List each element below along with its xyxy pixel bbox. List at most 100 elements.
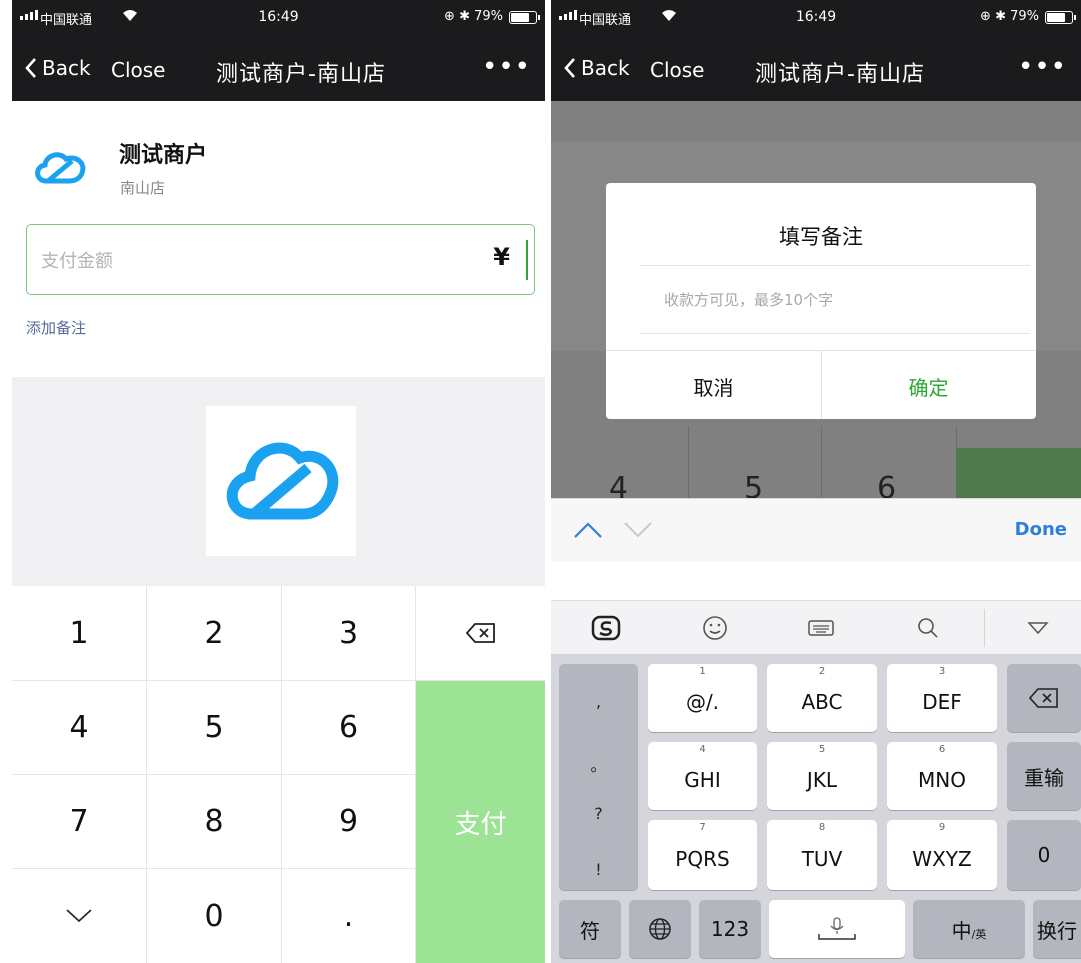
done-button[interactable]: Done — [1015, 519, 1067, 540]
divider — [984, 609, 985, 647]
cloud-logo-icon — [226, 442, 339, 520]
keyboard-accessory-bar: Done — [551, 498, 1081, 562]
back-label: Back — [42, 56, 91, 80]
symbol-key[interactable]: 符 — [559, 900, 621, 958]
payment-screen: 中国联通 16:49 ⊕ ✱ 79% Back Close 测试商户-南山店 •… — [12, 0, 545, 963]
chevron-left-icon — [564, 58, 575, 78]
microphone-icon — [818, 917, 856, 940]
close-button[interactable]: Close — [650, 58, 704, 82]
key-6-mno[interactable]: 6 MNO — [887, 742, 997, 810]
back-label: Back — [581, 56, 630, 80]
pay-button[interactable]: 支付 — [416, 681, 545, 963]
nav-bar: Back Close 测试商户-南山店 ••• — [551, 36, 1081, 101]
key-label: TUV — [801, 847, 843, 871]
battery-icon — [509, 11, 540, 24]
key-2[interactable]: 2 — [147, 586, 282, 681]
input-preview-strip — [551, 562, 1081, 600]
key-number: 6 — [938, 744, 946, 755]
key-number: 5 — [818, 744, 826, 755]
currency-symbol: ¥ — [493, 243, 510, 271]
dimmed-pay-button — [956, 448, 1081, 498]
backspace-key[interactable] — [416, 586, 545, 681]
ime-backspace-key[interactable] — [1007, 664, 1081, 732]
key-5-jkl[interactable]: 5 JKL — [767, 742, 877, 810]
page-title: 测试商户-南山店 — [755, 62, 925, 87]
nav-bar: Back Close 测试商户-南山店 ••• — [12, 36, 545, 101]
language-switch-key[interactable]: 中/英 — [913, 900, 1025, 958]
key-8-tuv[interactable]: 8 TUV — [767, 820, 877, 890]
punct-question-key[interactable]: ? — [559, 804, 638, 823]
key-3-def[interactable]: 3 DEF — [887, 664, 997, 732]
chevron-left-icon — [25, 58, 36, 78]
punct-period-key[interactable]: 。 — [559, 752, 638, 776]
key-label: DEF — [922, 690, 962, 714]
space-voice-key[interactable] — [769, 900, 905, 958]
key-0[interactable]: 0 — [147, 869, 282, 963]
globe-icon — [649, 918, 671, 940]
return-key[interactable]: 换行 — [1033, 900, 1081, 958]
key-9[interactable]: 9 — [282, 775, 416, 869]
zero-key[interactable]: 0 — [1007, 820, 1081, 890]
close-button[interactable]: Close — [111, 58, 165, 82]
key-5[interactable]: 5 — [147, 681, 282, 775]
note-input[interactable]: 收款方可见，最多10个字 — [664, 289, 833, 310]
key-label: GHI — [684, 768, 721, 792]
key-1[interactable]: 1 — [12, 586, 147, 681]
merchant-name: 测试商户 — [119, 143, 208, 168]
punct-exclaim-key[interactable]: ! — [559, 860, 638, 879]
key-number: 3 — [938, 666, 946, 677]
key-8[interactable]: 8 — [147, 775, 282, 869]
punct-comma-key[interactable]: , — [559, 692, 638, 711]
emoji-icon[interactable] — [700, 615, 730, 641]
confirm-button[interactable]: 确定 — [821, 372, 1036, 401]
key-9-wxyz[interactable]: 9 WXYZ — [887, 820, 997, 890]
key-2-abc[interactable]: 2 ABC — [767, 664, 877, 732]
chevron-down-icon[interactable] — [623, 521, 653, 539]
amount-input[interactable]: 支付金额 ¥ — [26, 224, 535, 295]
merchant-panel: 测试商户 南山店 支付金额 ¥ 添加备注 — [12, 101, 545, 377]
text-caret — [526, 240, 528, 280]
collapse-triangle-icon[interactable] — [1023, 615, 1053, 641]
key-label: @/. — [685, 690, 720, 714]
note-dialog-screen: 中国联通 16:49 ⊕ ✱ 79% Back Close 测试商户-南山店 •… — [551, 0, 1081, 963]
key-4-ghi[interactable]: 4 GHI — [648, 742, 757, 810]
key-label: PQRS — [675, 847, 730, 871]
key-number: 1 — [699, 666, 706, 677]
backspace-icon — [1029, 688, 1058, 708]
brand-logo-tile — [206, 406, 356, 556]
key-number: 4 — [699, 744, 706, 755]
more-menu-button[interactable]: ••• — [1018, 52, 1067, 82]
key-7[interactable]: 7 — [12, 775, 147, 869]
status-indicators: ⊕ ✱ 79% — [444, 9, 503, 24]
key-1-symbols[interactable]: 1 @/. — [648, 664, 757, 732]
numeric-key[interactable]: 123 — [699, 900, 761, 958]
key-decimal[interactable]: . — [282, 869, 416, 963]
divider — [688, 426, 689, 498]
cancel-button[interactable]: 取消 — [606, 372, 821, 401]
status-indicators: ⊕ ✱ 79% — [980, 9, 1039, 24]
key-4[interactable]: 4 — [12, 681, 147, 775]
add-note-link[interactable]: 添加备注 — [26, 317, 86, 338]
ime-toolbar — [551, 600, 1081, 654]
key-3[interactable]: 3 — [282, 586, 416, 681]
key-label: WXYZ — [912, 847, 972, 871]
chevron-up-icon[interactable] — [573, 521, 603, 539]
key-7-pqrs[interactable]: 7 PQRS — [648, 820, 757, 890]
merchant-branch: 南山店 — [120, 179, 166, 197]
key-6[interactable]: 6 — [282, 681, 416, 775]
sogou-logo-icon[interactable] — [591, 615, 621, 641]
page-title: 测试商户-南山店 — [216, 62, 386, 87]
divider — [821, 426, 822, 498]
key-label: JKL — [806, 768, 838, 792]
keyboard-icon[interactable] — [806, 615, 836, 641]
punctuation-column: , 。 ? ! — [559, 664, 638, 890]
more-menu-button[interactable]: ••• — [482, 52, 531, 82]
back-button[interactable]: Back — [563, 56, 630, 80]
retype-key[interactable]: 重输 — [1007, 742, 1081, 810]
key-label: ABC — [801, 690, 843, 714]
chevron-down-icon — [66, 909, 92, 923]
back-button[interactable]: Back — [24, 56, 91, 80]
search-icon[interactable] — [913, 615, 943, 641]
globe-key[interactable] — [629, 900, 691, 958]
hide-keypad-key[interactable] — [12, 869, 147, 963]
